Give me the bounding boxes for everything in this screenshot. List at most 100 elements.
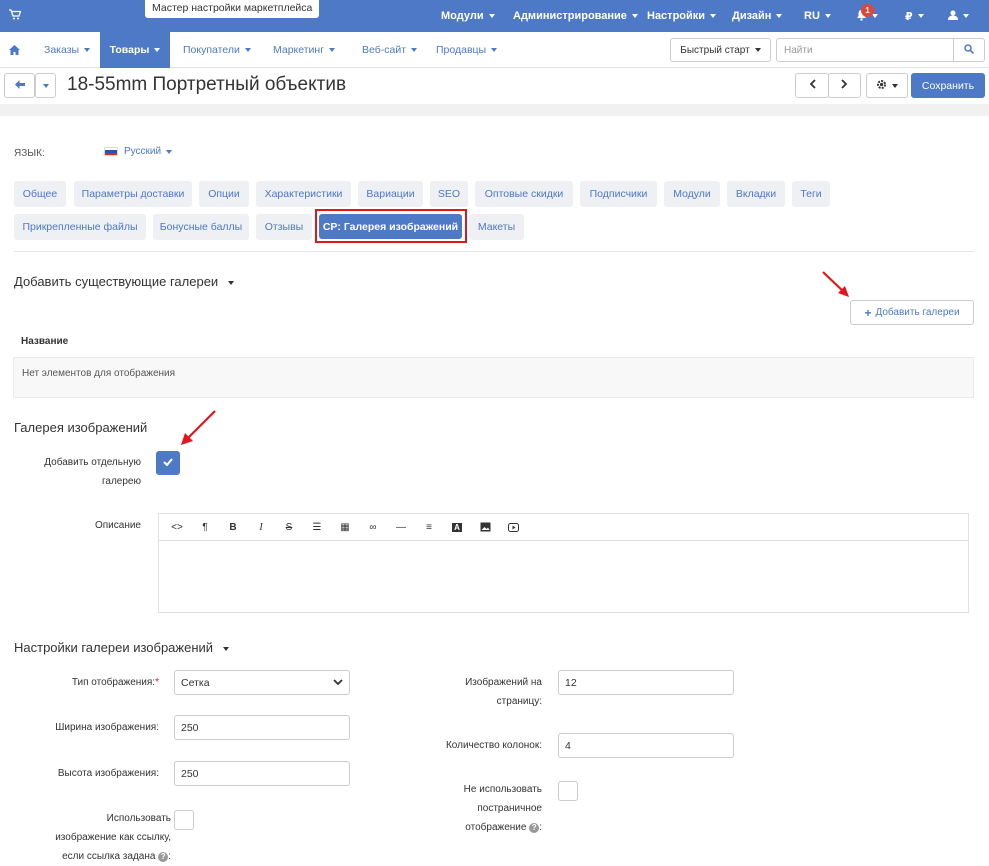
tab-variations[interactable]: Вариации (358, 181, 423, 207)
menu-language[interactable]: RU (804, 0, 831, 32)
tab-addons[interactable]: Модули (664, 181, 720, 207)
russia-flag-icon (104, 147, 118, 156)
nav-website[interactable]: Веб-сайт (362, 32, 417, 68)
prev-button[interactable] (795, 73, 829, 98)
tab-options[interactable]: Опции (199, 181, 249, 207)
menu-settings[interactable]: Настройки (647, 0, 717, 32)
tab-tabs[interactable]: Вкладки (727, 181, 785, 207)
tab-reward-points[interactable]: Бонусные баллы (153, 214, 249, 240)
no-pagination-label: Не использовать постраничное отображение… (463, 784, 542, 833)
search-icon (964, 43, 975, 57)
chevron-down-icon (333, 677, 343, 689)
next-button[interactable] (828, 73, 861, 98)
gallery-heading: Галерея изображений (14, 420, 148, 435)
images-per-page-label: Изображений на страницу: (465, 677, 542, 707)
no-pagination-checkbox[interactable] (558, 781, 578, 801)
image-as-link-label: Использовать изображение как ссылку, есл… (55, 813, 171, 862)
editor-toolbar: <> ¶ B I S ☰ ▦ ∞ — ≡ A (159, 514, 968, 541)
table-icon[interactable]: ▦ (331, 514, 359, 541)
tab-shipping[interactable]: Параметры доставки (74, 181, 192, 207)
empty-list: Нет элементов для отображения (13, 357, 974, 398)
nav-products[interactable]: Товары (100, 32, 170, 68)
columns-label: Количество колонок: (445, 740, 542, 751)
tab-general[interactable]: Общее (14, 181, 66, 207)
horizontal-rule-icon[interactable]: — (387, 514, 415, 541)
paragraph-icon[interactable]: ¶ (191, 514, 219, 541)
description-label: Описание (94, 520, 141, 531)
arrow-left-icon (14, 79, 25, 92)
user-menu[interactable] (948, 0, 969, 32)
tab-attachments[interactable]: Прикрепленные файлы (14, 214, 146, 240)
notification-badge: 1 (861, 4, 874, 17)
menu-modules[interactable]: Модули (441, 0, 495, 32)
menu-administration[interactable]: Администрирование (513, 0, 638, 32)
tab-subscribers[interactable]: Подписчики (580, 181, 657, 207)
chevron-right-icon (841, 79, 848, 92)
back-button[interactable] (4, 73, 35, 98)
plus-icon: + (864, 305, 872, 320)
language-selector[interactable]: Русский (104, 146, 173, 157)
help-icon[interactable]: ? (529, 823, 540, 833)
back-dropdown-button[interactable] (35, 73, 56, 98)
page-title: 18-55mm Портретный объектив (67, 74, 347, 95)
chevron-left-icon (809, 79, 816, 92)
help-icon[interactable]: ? (158, 852, 169, 862)
bold-icon[interactable]: B (219, 514, 247, 541)
image-height-input[interactable]: 250 (174, 761, 350, 786)
code-view-icon[interactable]: <> (163, 514, 191, 541)
save-button[interactable]: Сохранить (911, 73, 985, 98)
tab-layouts[interactable]: Макеты (469, 214, 524, 240)
display-type-label: Тип отображения:* (71, 677, 159, 688)
nav-marketing[interactable]: Маркетинг (273, 32, 336, 68)
search-input[interactable]: Найти (776, 38, 954, 62)
nav-vendors[interactable]: Продавцы (436, 32, 498, 68)
italic-icon[interactable]: I (247, 514, 275, 541)
bullet-list-icon[interactable]: ☰ (303, 514, 331, 541)
language-label: ЯЗЫК: (14, 148, 45, 159)
settings-dropdown-button[interactable] (866, 73, 908, 98)
annotation-arrow-icon (181, 410, 216, 445)
image-height-label: Высота изображения: (57, 768, 159, 779)
image-icon[interactable] (471, 514, 499, 541)
nav-orders[interactable]: Заказы (44, 32, 91, 68)
video-icon[interactable] (499, 514, 527, 541)
column-name-header: Название (21, 336, 69, 347)
tab-tags[interactable]: Теги (792, 181, 830, 207)
columns-input[interactable]: 4 (558, 733, 734, 758)
gear-icon (876, 79, 887, 93)
add-galleries-button[interactable]: + Добавить галереи (850, 300, 974, 325)
marketplace-wizard-link[interactable]: Мастер настройки маркетплейса (145, 0, 320, 18)
image-as-link-checkbox[interactable] (174, 810, 194, 830)
divider (14, 251, 974, 252)
cart-icon[interactable] (9, 9, 22, 23)
image-width-input[interactable]: 250 (174, 715, 350, 740)
tab-seo[interactable]: SEO (430, 181, 468, 207)
currency-menu[interactable]: ₽ (905, 0, 924, 32)
top-bar: Мастер настройки маркетплейса Модули Адм… (0, 0, 989, 32)
description-editor[interactable]: <> ¶ B I S ☰ ▦ ∞ — ≡ A (158, 513, 969, 613)
home-icon[interactable] (0, 32, 28, 68)
divider-band (0, 104, 989, 116)
separate-gallery-label: Добавить отдельную галерею (44, 457, 141, 487)
check-icon (163, 457, 173, 469)
images-per-page-input[interactable]: 12 (558, 670, 734, 695)
link-icon[interactable]: ∞ (359, 514, 387, 541)
highlight-box (315, 209, 467, 243)
tab-reviews[interactable]: Отзывы (256, 214, 312, 240)
nav-customers[interactable]: Покупатели (183, 32, 251, 68)
search-button[interactable] (953, 38, 985, 62)
quick-start-button[interactable]: Быстрый старт (670, 38, 771, 62)
text-color-icon[interactable]: A (443, 514, 471, 541)
tab-features[interactable]: Характеристики (256, 181, 351, 207)
annotation-arrow-icon (822, 271, 849, 297)
align-icon[interactable]: ≡ (415, 514, 443, 541)
gallery-settings-heading[interactable]: Настройки галереи изображений (14, 640, 230, 655)
tab-wholesale[interactable]: Оптовые скидки (475, 181, 573, 207)
separate-gallery-checkbox[interactable] (156, 451, 180, 475)
display-type-select[interactable]: Сетка (174, 670, 350, 695)
image-width-label: Ширина изображения: (55, 722, 159, 733)
strikethrough-icon[interactable]: S (275, 514, 303, 541)
user-icon (948, 10, 958, 23)
menu-design[interactable]: Дизайн (732, 0, 783, 32)
existing-galleries-heading[interactable]: Добавить существующие галереи (14, 274, 235, 289)
